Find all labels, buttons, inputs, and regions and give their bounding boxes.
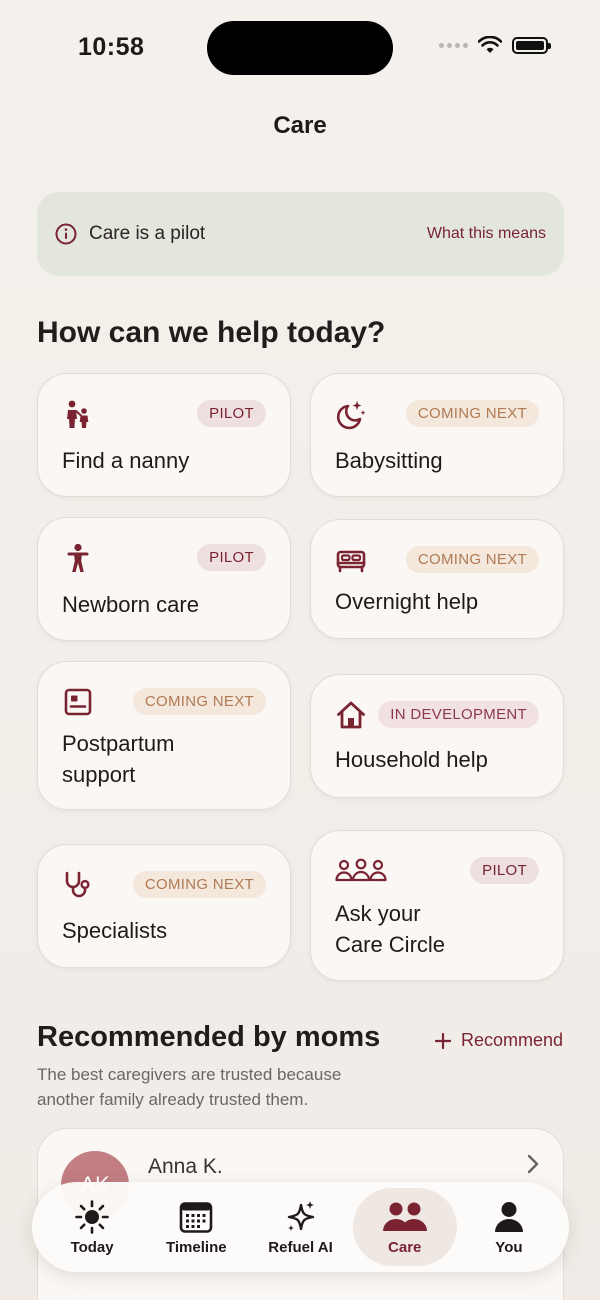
tab-refuel-ai[interactable]: Refuel AI	[248, 1188, 352, 1266]
service-card-ask-care-circle[interactable]: PILOT Ask your Care Circle	[310, 830, 564, 981]
bed-icon	[336, 550, 366, 573]
cellular-signal-icon	[439, 42, 468, 48]
service-card-specialists[interactable]: COMING NEXT Specialists	[37, 844, 291, 968]
status-time: 10:58	[78, 33, 145, 61]
recommend-label: Recommend	[460, 1030, 563, 1050]
dynamic-island	[207, 21, 393, 75]
card-label: Newborn care	[62, 592, 199, 617]
tab-you[interactable]: You	[457, 1188, 561, 1266]
tab-bar: Today Timeline Refuel AI Care You	[32, 1182, 569, 1272]
page-title: Care	[273, 112, 327, 139]
pilot-banner[interactable]: Care is a pilot What this means	[37, 192, 564, 276]
section-heading: How can we help today?	[37, 316, 386, 349]
card-label: Specialists	[62, 918, 168, 943]
tab-label: Refuel AI	[268, 1238, 333, 1256]
id-card-icon	[64, 688, 92, 716]
service-card-overnight-help[interactable]: COMING NEXT Overnight help	[310, 519, 564, 639]
status-badge: PILOT	[197, 400, 266, 427]
status-badge: IN DEVELOPMENT	[378, 701, 539, 728]
recommend-button[interactable]: Recommend	[434, 1030, 563, 1051]
tab-care[interactable]: Care	[352, 1188, 457, 1266]
tab-label: Today	[70, 1238, 114, 1256]
home-icon	[337, 701, 365, 729]
banner-text: Care is a pilot	[89, 223, 206, 244]
sun-icon	[75, 1199, 109, 1234]
calendar-icon	[179, 1201, 213, 1233]
card-label-line2: support	[62, 762, 136, 787]
status-badge: COMING NEXT	[132, 688, 266, 715]
status-badge: COMING NEXT	[405, 400, 539, 427]
people-icon	[382, 1202, 427, 1231]
service-card-babysitting[interactable]: COMING NEXT Babysitting	[310, 373, 564, 497]
card-label: Ask your	[335, 901, 421, 926]
family-icon	[67, 400, 89, 428]
status-icons	[439, 36, 551, 54]
tab-label: Timeline	[166, 1238, 227, 1256]
card-label: Postpartum	[62, 731, 175, 756]
recommended-subtitle: The best caregivers are trusted because …	[37, 1065, 342, 1109]
status-badge: COMING NEXT	[405, 546, 539, 573]
what-this-means-link[interactable]: What this means	[427, 225, 546, 243]
card-label: Find a nanny	[62, 448, 190, 473]
profile-icon	[494, 1201, 523, 1232]
service-card-postpartum-support[interactable]: COMING NEXT Postpartum support	[37, 661, 291, 810]
card-label-line2: Care Circle	[335, 932, 446, 957]
card-label: Overnight help	[335, 589, 479, 614]
chevron-right-icon	[527, 1154, 539, 1174]
tab-label: You	[495, 1238, 523, 1256]
card-label: Babysitting	[335, 448, 443, 473]
sparkle-icon	[287, 1200, 314, 1231]
service-card-household-help[interactable]: IN DEVELOPMENT Household help	[310, 674, 564, 798]
person-icon	[67, 543, 89, 572]
info-icon	[55, 223, 77, 245]
status-bar: 10:58	[0, 0, 600, 96]
service-card-find-a-nanny[interactable]: PILOT Find a nanny	[37, 373, 291, 497]
moon-stars-icon	[336, 401, 366, 430]
status-badge: COMING NEXT	[132, 871, 266, 898]
recommended-heading: Recommended by moms	[37, 1021, 381, 1053]
card-label: Household help	[335, 747, 488, 772]
plus-icon	[434, 1032, 451, 1049]
status-badge: PILOT	[197, 544, 266, 571]
tab-timeline[interactable]: Timeline	[144, 1188, 248, 1266]
group-icon	[335, 858, 387, 882]
status-badge: PILOT	[470, 857, 539, 884]
stethoscope-icon	[65, 871, 90, 898]
service-card-newborn-care[interactable]: PILOT Newborn care	[37, 517, 291, 641]
tab-today[interactable]: Today	[40, 1188, 144, 1266]
tab-label: Care	[388, 1238, 422, 1256]
caregiver-name: Anna K.	[148, 1155, 223, 1178]
battery-icon	[512, 36, 551, 54]
wifi-icon	[478, 36, 502, 53]
